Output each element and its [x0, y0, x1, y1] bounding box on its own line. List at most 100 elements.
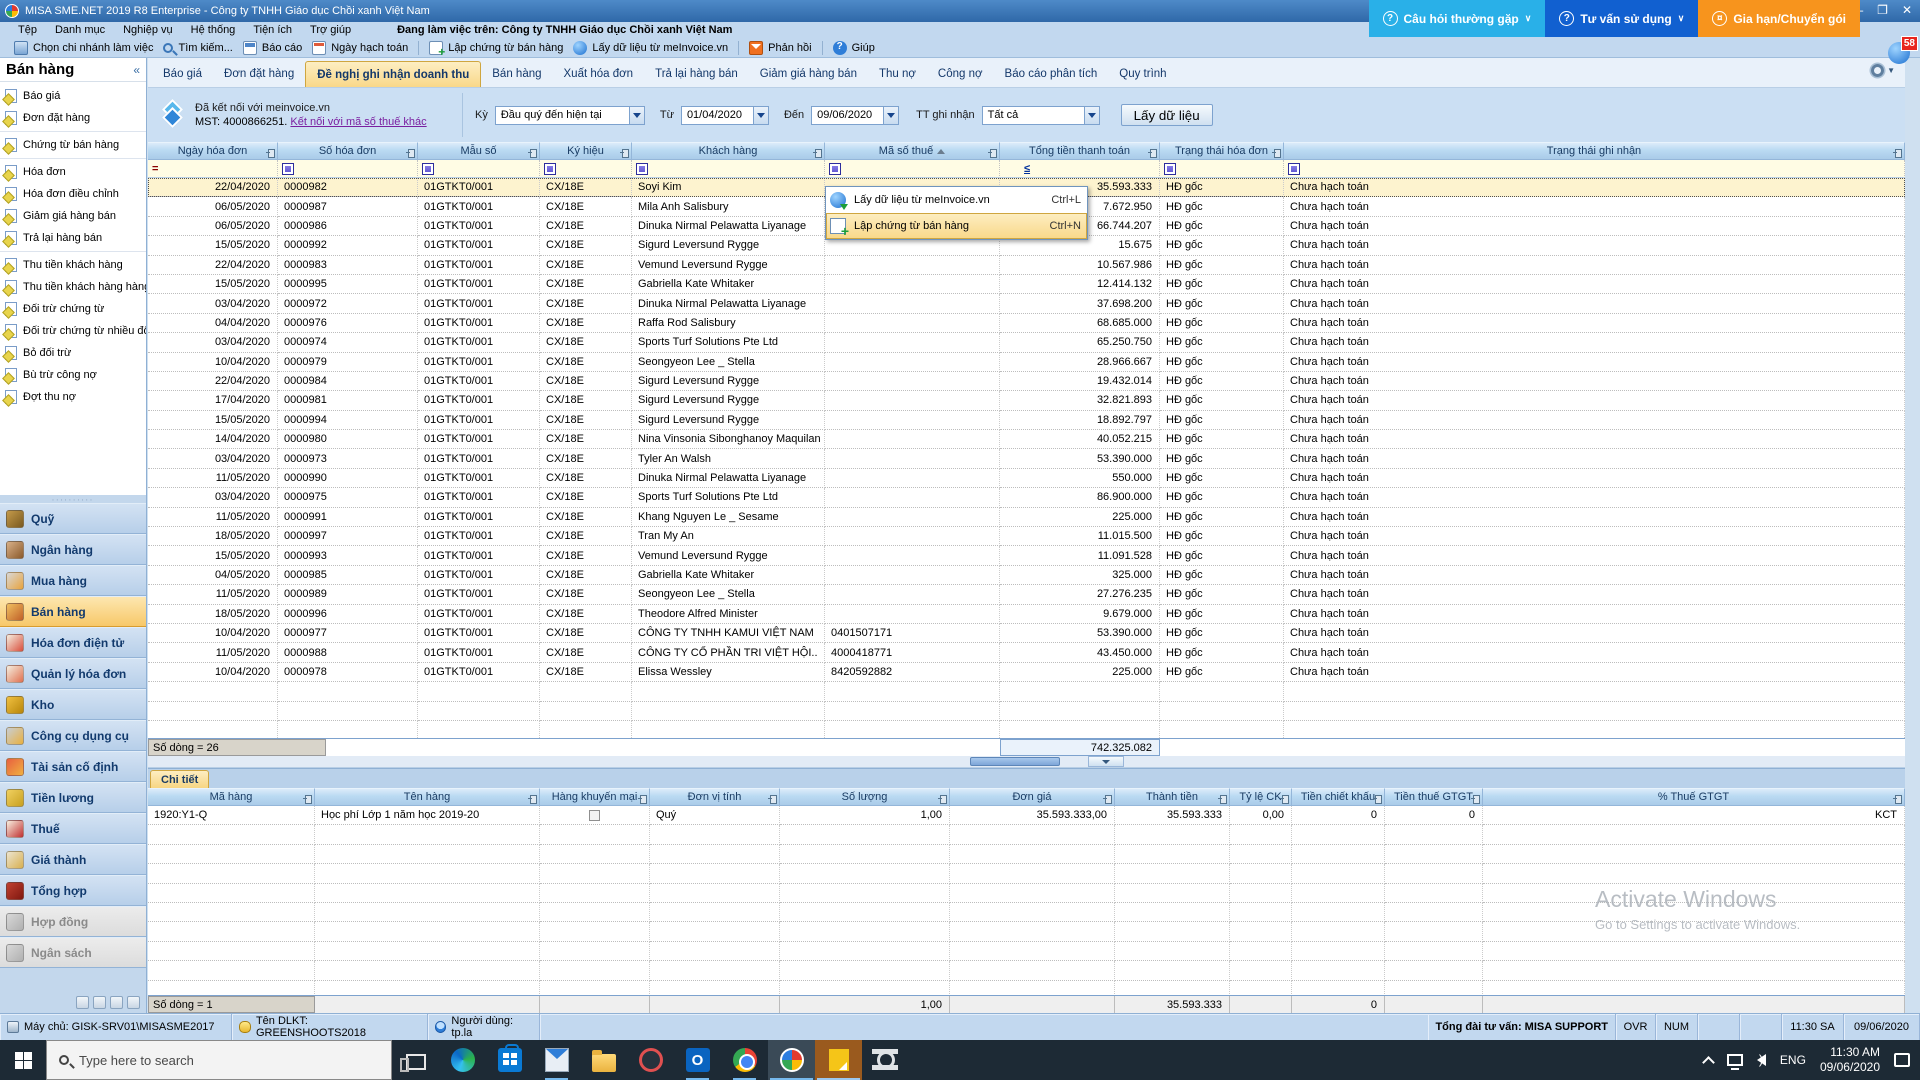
sidebar-collapse-icon[interactable]: « — [133, 63, 140, 77]
renew-upgrade-button[interactable]: ¤ Gia hạn/Chuyển gói — [1698, 0, 1860, 37]
invoice-row[interactable]: 22/04/2020 0000984 01GTKT0/001 CX/18E Sigurd… — [148, 371, 1905, 392]
toolbar-button[interactable]: Chọn chi nhánh làm việc — [14, 40, 153, 55]
sidebar-item[interactable]: Giảm giá hàng bán — [0, 205, 146, 227]
tab-trả-lại-hàng-bán[interactable]: Trả lại hàng bán — [644, 61, 749, 87]
tab-thu-nợ[interactable]: Thu nợ — [868, 61, 927, 87]
toolbar-button[interactable]: Giúp — [832, 40, 875, 55]
chevron-more-icon[interactable] — [127, 996, 140, 1009]
sidebar-module-quản-lý-hóa-đơn[interactable]: Quản lý hóa đơn — [0, 658, 146, 689]
column-header-3[interactable]: Mẫu số — [418, 142, 540, 160]
splitter-collapse-button[interactable] — [1088, 756, 1124, 767]
sidebar-module-tài-sản-cố-định[interactable]: Tài sản cố định — [0, 751, 146, 782]
invoice-row[interactable]: 10/04/2020 0000979 01GTKT0/001 CX/18E Seongy… — [148, 352, 1905, 372]
taskbar-mail-icon[interactable] — [533, 1040, 580, 1080]
taskbar-search-input[interactable]: Type here to search — [46, 1040, 392, 1080]
sidebar-item[interactable]: Báo giá — [0, 85, 146, 107]
filter-cell[interactable] — [278, 160, 418, 178]
menu-item[interactable]: Hệ thống — [191, 24, 236, 36]
detail-column-header-2[interactable]: Tên hàng — [315, 788, 540, 806]
language-indicator[interactable]: ENG — [1780, 1053, 1806, 1067]
taskbar-file-explorer-icon[interactable] — [580, 1040, 627, 1080]
invoice-row[interactable]: 17/04/2020 0000981 01GTKT0/001 CX/18E Sigurd… — [148, 391, 1905, 411]
sidebar-item[interactable]: Đối trừ chứng từ — [0, 298, 146, 320]
invoice-row[interactable]: 14/04/2020 0000980 01GTKT0/001 CX/18E Nina V… — [148, 430, 1905, 450]
sidebar-module-tiền-lương[interactable]: Tiền lương — [0, 782, 146, 813]
advise-button[interactable]: ? Tư vấn sử dụng ∨ — [1545, 0, 1699, 37]
notification-bubble-icon[interactable]: 58 — [1888, 36, 1918, 64]
taskbar-task-view-icon[interactable] — [392, 1040, 439, 1080]
sidebar-item[interactable]: Bù trừ công nợ — [0, 364, 146, 386]
column-header-9[interactable]: Trạng thái ghi nhận — [1284, 142, 1905, 160]
invoice-row[interactable]: 10/04/2020 0000977 01GTKT0/001 CX/18E CÔNG T… — [148, 623, 1905, 644]
taskbar-store-icon[interactable] — [486, 1040, 533, 1080]
start-button[interactable] — [0, 1040, 46, 1080]
sidebar-item[interactable]: Đơn đặt hàng — [0, 107, 146, 129]
sidebar-module-bán-hàng[interactable]: Bán hàng — [0, 596, 146, 627]
column-header-2[interactable]: Số hóa đơn — [278, 142, 418, 160]
from-date-input[interactable]: 01/04/2020 — [680, 105, 769, 125]
taskbar-clock[interactable]: 11:30 AM 09/06/2020 — [1820, 1045, 1880, 1075]
scrollbar-thumb[interactable] — [970, 757, 1060, 766]
tab-quy-trình[interactable]: Quy trình — [1108, 61, 1177, 87]
invoice-row[interactable]: 03/04/2020 0000975 01GTKT0/001 CX/18E Sports… — [148, 488, 1905, 508]
invoice-row[interactable]: 04/04/2020 0000976 01GTKT0/001 CX/18E Raffa … — [148, 313, 1905, 334]
tab-công-nợ[interactable]: Công nợ — [927, 61, 994, 87]
sidebar-module-tổng-hợp[interactable]: Tổng hợp — [0, 875, 146, 906]
taskbar-misa-sme-icon[interactable] — [815, 1040, 862, 1080]
taskbar-edge-icon[interactable] — [439, 1040, 486, 1080]
maximize-button[interactable]: ❐ — [1877, 3, 1888, 17]
tab-đơn-đặt-hàng[interactable]: Đơn đặt hàng — [213, 61, 305, 87]
view-small-icon[interactable] — [76, 996, 89, 1009]
invoice-row[interactable]: 18/05/2020 0000997 01GTKT0/001 CX/18E Tran M… — [148, 527, 1905, 547]
detail-column-header-6[interactable]: Đơn giá — [950, 788, 1115, 806]
column-header-6[interactable]: Mã số thuế — [825, 142, 1000, 160]
taskbar-settings-icon[interactable] — [862, 1040, 909, 1080]
sidebar-item[interactable]: Đợt thu nợ — [0, 386, 146, 408]
detail-column-header-5[interactable]: Số lượng — [780, 788, 950, 806]
invoice-row[interactable]: 03/04/2020 0000972 01GTKT0/001 CX/18E Dinuka… — [148, 294, 1905, 314]
detail-column-header-1[interactable]: Mã hàng — [148, 788, 315, 806]
period-select[interactable]: Đầu quý đến hiện tại — [494, 105, 645, 125]
menu-item[interactable]: Tiện ích — [253, 24, 292, 36]
context-menu-item[interactable]: Lấy dữ liệu từ meInvoice.vn Ctrl+L — [826, 187, 1087, 213]
invoice-row[interactable]: 11/05/2020 0000988 01GTKT0/001 CX/18E CÔNG T… — [148, 643, 1905, 663]
column-filter-icon[interactable] — [544, 162, 556, 175]
filter-cell[interactable]: ≤ — [1000, 160, 1160, 178]
column-filter-icon[interactable] — [829, 162, 841, 175]
detail-column-header-4[interactable]: Đơn vị tính — [650, 788, 780, 806]
menu-item[interactable]: Trợ giúp — [310, 24, 351, 36]
column-filter-icon[interactable] — [1288, 162, 1300, 175]
column-header-7[interactable]: Tổng tiền thanh toán — [1000, 142, 1160, 160]
detail-column-header-8[interactable]: Tỷ lệ CK — [1230, 788, 1292, 806]
invoice-row[interactable]: 11/05/2020 0000989 01GTKT0/001 CX/18E Seongy… — [148, 585, 1905, 605]
invoice-row[interactable]: 04/05/2020 0000985 01GTKT0/001 CX/18E Gabrie… — [148, 565, 1905, 586]
filter-cell[interactable]: = — [148, 160, 278, 178]
tab-báo-giá[interactable]: Báo giá — [152, 61, 213, 87]
toolbar-button[interactable]: Ngày hạch toán — [312, 40, 408, 55]
column-filter-icon[interactable] — [422, 162, 434, 175]
sidebar-item[interactable]: Thu tiền khách hàng hàng l... — [0, 276, 146, 298]
view-menu-icon[interactable] — [110, 996, 123, 1009]
tab-bán-hàng[interactable]: Bán hàng — [481, 61, 552, 87]
tab-báo-cáo-phân-tích[interactable]: Báo cáo phân tích — [994, 61, 1109, 87]
menu-item[interactable]: Tệp — [18, 24, 37, 36]
context-menu-item[interactable]: Lập chứng từ bán hàng Ctrl+N — [826, 213, 1087, 239]
invoice-row[interactable]: 15/05/2020 0000993 01GTKT0/001 CX/18E Vemund… — [148, 546, 1905, 566]
sidebar-item[interactable]: Hóa đơn — [0, 161, 146, 183]
toolbar-button[interactable]: Báo cáo — [242, 40, 302, 55]
toolbar-button[interactable]: Lập chứng từ bán hàng — [429, 40, 563, 59]
tab-xuất-hóa-đơn[interactable]: Xuất hóa đơn — [553, 61, 645, 87]
fetch-data-button[interactable]: Lấy dữ liệu — [1120, 104, 1213, 126]
tab-settings-button[interactable]: ▼ — [1871, 64, 1895, 77]
to-date-input[interactable]: 09/06/2020 — [811, 105, 900, 125]
sidebar-item[interactable]: Đối trừ chứng từ nhiều đối t... — [0, 320, 146, 342]
column-filter-icon[interactable] — [636, 162, 648, 175]
column-header-1[interactable]: Ngày hóa đơn — [148, 142, 278, 160]
toolbar-button[interactable]: Tìm kiếm... — [163, 42, 233, 54]
column-header-5[interactable]: Khách hàng — [632, 142, 825, 160]
detail-column-header-9[interactable]: Tiền chiết khấu — [1292, 788, 1385, 806]
invoice-row[interactable]: 10/04/2020 0000978 01GTKT0/001 CX/18E Elissa… — [148, 662, 1905, 683]
sidebar-item[interactable]: Chứng từ bán hàng — [0, 134, 146, 156]
column-header-8[interactable]: Trạng thái hóa đơn — [1160, 142, 1284, 160]
filter-cell[interactable] — [632, 160, 825, 178]
